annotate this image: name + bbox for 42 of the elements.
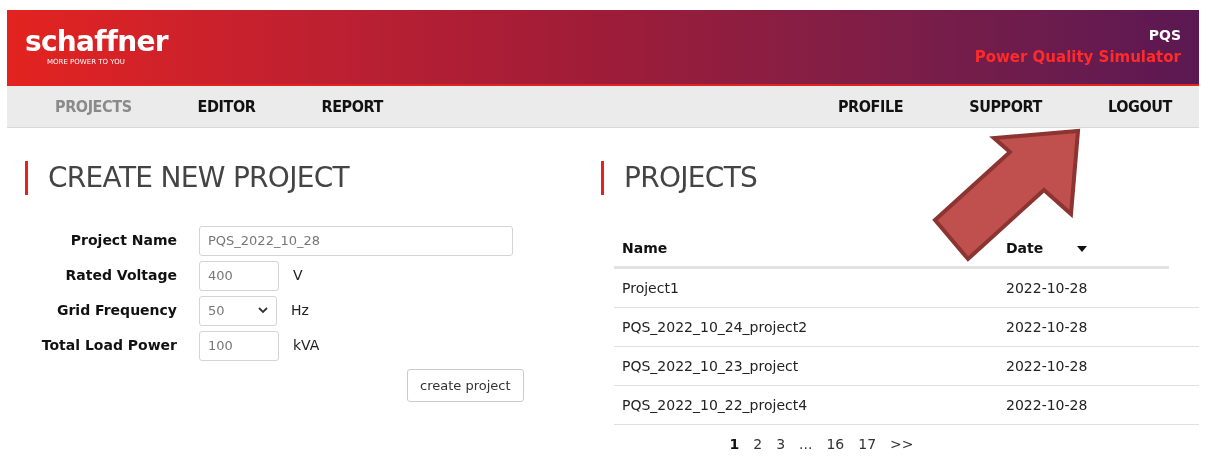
number-field[interactable]: 400 — [199, 260, 279, 291]
arrow-annotation-icon — [932, 128, 1082, 264]
page-link[interactable]: 1 — [727, 435, 742, 453]
field-label: Project Name — [69, 231, 178, 250]
table-cell-text: PQS_2022_10_23_project — [621, 356, 800, 376]
page-link[interactable]: 16 — [824, 435, 847, 453]
table-cell-text: Project1 — [621, 278, 680, 298]
field-label: Total Load Power — [40, 336, 178, 355]
create-project-button[interactable]: create project — [407, 369, 524, 402]
table-cell-text: PQS_2022_10_24_project2 — [621, 317, 809, 337]
table-cell-text: 2022-10-28 — [1006, 356, 1088, 376]
column-header[interactable]: Date — [1006, 238, 1044, 259]
nav-link[interactable]: LOGOUT — [1108, 94, 1172, 119]
page-link[interactable]: 2 — [751, 435, 765, 453]
sort-down-icon[interactable] — [1077, 245, 1088, 252]
field-label: Rated Voltage — [64, 266, 178, 285]
field-label: Grid Frequency — [55, 301, 178, 320]
nav-link[interactable]: PROFILE — [837, 94, 904, 119]
unit-label: V — [293, 266, 303, 285]
app-name: Power Quality Simulator — [974, 47, 1181, 69]
column-header[interactable]: Name — [614, 238, 1006, 259]
logo: schaffner — [25, 26, 168, 57]
table-cell-text: 2022-10-28 — [1006, 395, 1088, 415]
unit-label: kVA — [293, 336, 320, 355]
frequency-select[interactable]: 50 — [199, 295, 277, 326]
nav-link[interactable]: SUPPORT — [969, 94, 1042, 119]
page-link[interactable]: >> — [888, 435, 916, 453]
section-title: CREATE NEW PROJECT — [48, 161, 349, 195]
table-cell-text: 2022-10-28 — [1006, 317, 1088, 337]
project-name-field[interactable]: PQS_2022_10_28 — [199, 225, 513, 256]
page-link[interactable]: 17 — [856, 435, 879, 453]
page-link[interactable]: ... — [797, 435, 815, 453]
unit-label: Hz — [291, 301, 309, 320]
table-cell-text: PQS_2022_10_22_project4 — [621, 395, 809, 415]
chevron-down-icon — [258, 307, 268, 314]
section-title: PROJECTS — [624, 161, 758, 195]
app-short-name: PQS — [1148, 26, 1181, 46]
page-link[interactable]: 3 — [774, 435, 788, 453]
nav-link[interactable]: EDITOR — [197, 94, 256, 119]
nav-link[interactable]: REPORT — [321, 94, 383, 119]
table-cell-text: 2022-10-28 — [1006, 278, 1088, 298]
number-field[interactable]: 100 — [199, 330, 279, 361]
